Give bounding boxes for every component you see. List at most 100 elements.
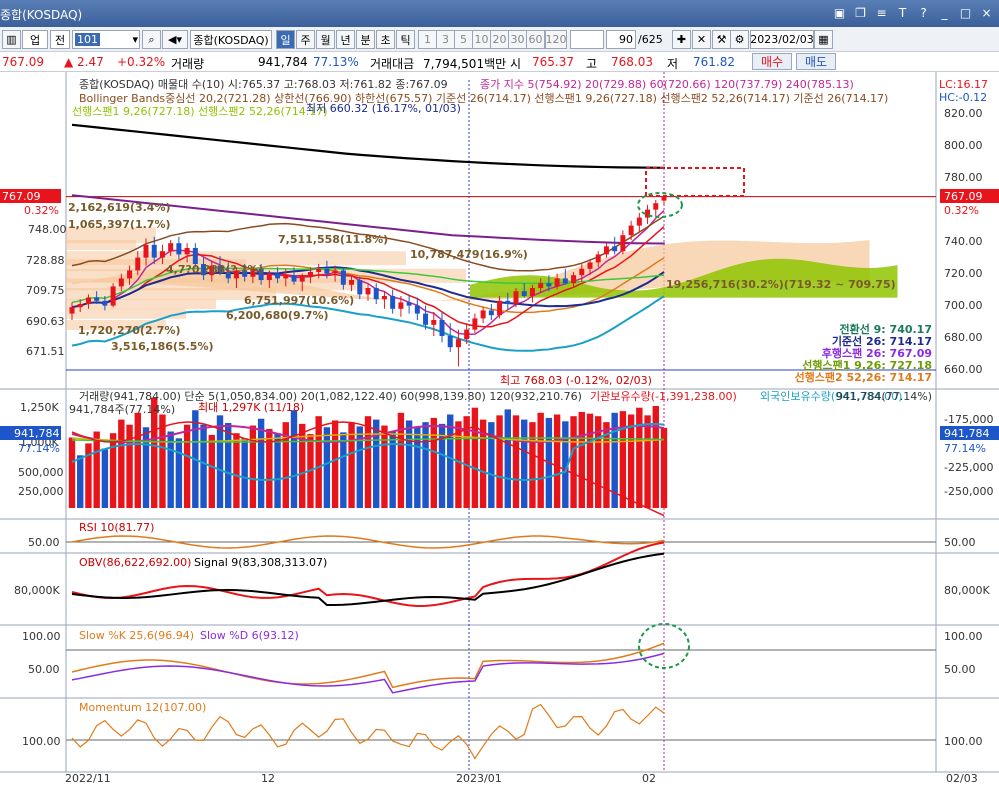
minute-120[interactable]: 120	[545, 30, 567, 49]
calendar-icon[interactable]: ▦	[814, 30, 833, 49]
candle	[176, 243, 182, 255]
volume-bar	[331, 420, 339, 508]
stoch-right-tick: 50.00	[944, 663, 976, 676]
maximize-icon[interactable]: □	[957, 4, 974, 21]
tab-month[interactable]: 월	[316, 30, 335, 49]
minute-1[interactable]: 1	[418, 30, 437, 49]
candle	[69, 307, 75, 314]
sell-button[interactable]: 매도	[796, 53, 836, 70]
candle	[390, 296, 396, 309]
speaker-icon[interactable]: ◀▾	[162, 30, 188, 49]
gear-icon[interactable]: ⚙	[730, 30, 749, 49]
count-value: 90	[619, 33, 633, 46]
volume-bar	[266, 428, 273, 508]
obv-right-tick: 80,000K	[944, 584, 990, 597]
inst-legend: 기관보유수량(-1,391,238.00)	[590, 390, 737, 403]
minute-60[interactable]: 60	[526, 30, 545, 49]
font-icon[interactable]: T	[894, 4, 911, 21]
candle	[455, 339, 461, 348]
volume-bar	[77, 455, 84, 508]
minute-input[interactable]	[570, 30, 604, 49]
minute-10[interactable]: 10	[472, 30, 491, 49]
vp-label: 6,200,680(9.7%)	[226, 309, 329, 322]
vol-left-tick: 1,250K	[20, 401, 59, 414]
volume-bar	[118, 419, 125, 508]
minute-3[interactable]: 3	[436, 30, 455, 49]
candle	[135, 257, 141, 271]
help-icon[interactable]: ?	[915, 4, 932, 21]
volume-bar	[455, 421, 462, 508]
candle	[636, 217, 642, 226]
candle	[332, 270, 338, 274]
volume-bar	[257, 418, 265, 508]
mom-left-tick: 100.00	[22, 735, 61, 748]
volume-bar	[504, 409, 511, 508]
volume-bar	[126, 424, 133, 508]
foreign-tag: 941,784(77.14%)	[836, 390, 932, 403]
tab-tick[interactable]: 틱	[396, 30, 415, 49]
candle	[118, 278, 124, 287]
open-value: 765.37	[532, 55, 574, 69]
add-icon[interactable]: ✚	[672, 30, 691, 49]
name-field: 종합(KOSDAQ)	[190, 30, 272, 49]
high-label: 고	[586, 57, 598, 71]
span-legend: 선행스팬1 9,26(727.18) 선행스팬2 52,26(714.17)	[72, 105, 328, 118]
menu-icon[interactable]: ≡	[873, 4, 890, 21]
volume-bar	[364, 416, 372, 508]
volume-legend: 거래량(941,784.00) 단순 5(1,050,834.00) 20(1,…	[79, 390, 582, 403]
candle	[472, 318, 478, 330]
minute-5[interactable]: 5	[454, 30, 473, 49]
volume-bar	[570, 416, 577, 508]
y-tick: 740.00	[944, 235, 983, 248]
count-input[interactable]: 90	[606, 30, 636, 49]
volume-bar	[529, 422, 536, 508]
candle	[316, 268, 322, 272]
tile-icon[interactable]: ▣	[831, 4, 848, 21]
candle	[381, 296, 387, 300]
y-tick: 820.00	[944, 107, 983, 120]
ma-legend: 종가 지수 5(754.92) 20(729.88) 60(720.66) 12…	[480, 78, 854, 91]
tab-second[interactable]: 초	[376, 30, 395, 49]
ichimoku-lagging: 후행스팬 26: 767.09	[822, 346, 932, 360]
dropdown-icon[interactable]: ▾	[132, 33, 138, 46]
volume-bar	[496, 415, 503, 508]
buy-button[interactable]: 매수	[752, 53, 792, 70]
code-input[interactable]: 101 ▾	[72, 30, 140, 49]
minute-20[interactable]: 20	[490, 30, 509, 49]
candle	[357, 280, 363, 295]
volume-bar	[200, 424, 207, 508]
close-icon[interactable]: ×	[978, 4, 995, 21]
y-tick: 680.00	[944, 331, 983, 344]
minimize-icon[interactable]: _	[936, 4, 953, 21]
layout-icon[interactable]: ▥	[2, 30, 21, 49]
volume-pct: 77.13%	[313, 55, 359, 69]
candle	[661, 196, 667, 201]
change-value: ▲ 2.47	[64, 55, 104, 69]
volume-value: 941,784	[258, 55, 308, 69]
candle	[579, 268, 585, 276]
minute-30[interactable]: 30	[508, 30, 527, 49]
volume-bar	[183, 424, 191, 508]
candle	[143, 244, 149, 258]
tab-year[interactable]: 년	[336, 30, 355, 49]
vol-left-tick: 250,000	[18, 485, 64, 498]
market-select[interactable]: 업	[22, 30, 48, 49]
tool-icon[interactable]: ⚒	[712, 30, 731, 49]
right-price-tag-text: 767.09	[944, 190, 983, 203]
search-icon[interactable]: ⌕	[142, 30, 161, 49]
tab-week[interactable]: 주	[296, 30, 315, 49]
restore-icon[interactable]: ❐	[852, 4, 869, 21]
cross-icon[interactable]: ✕	[692, 30, 711, 49]
chart-area[interactable]: 종합(KOSDAQ) 매물대 수(10) 시:765.37 고:768.03 저…	[0, 72, 999, 789]
tab-day[interactable]: 일	[276, 30, 295, 49]
date-input[interactable]: 2023/02/03	[750, 30, 814, 49]
ichimoku-span1: 선행스팬1 9,26: 727.18	[802, 358, 932, 372]
candle	[521, 291, 527, 296]
candle	[283, 275, 289, 279]
all-button[interactable]: 전	[50, 30, 70, 49]
volume-bar	[447, 414, 454, 508]
tab-minute[interactable]: 분	[356, 30, 375, 49]
y-tick: 720.00	[944, 267, 983, 280]
toolbar: ▥ 업 전 101 ▾ ⌕ ◀▾ 종합(KOSDAQ) 일 주 월 년 분 초 틱…	[0, 27, 999, 52]
vp-label: 4,7?0,?88(?.?%)	[166, 263, 263, 276]
